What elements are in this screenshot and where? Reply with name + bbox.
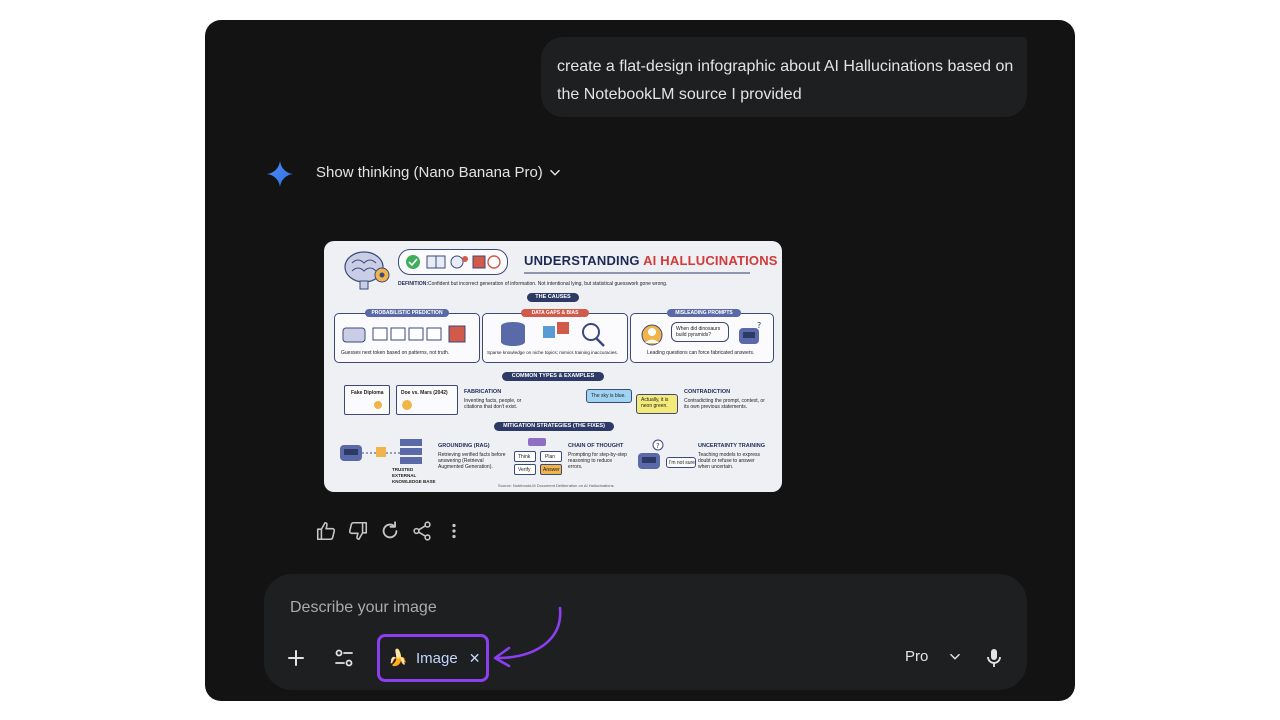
infographic-title: UNDERSTANDING AI HALLUCINATIONS — [524, 253, 778, 268]
image-chip-label: Image — [416, 649, 458, 667]
thumbs-down-icon[interactable] — [347, 520, 369, 542]
cot-step: Plan — [540, 451, 562, 462]
model-selector[interactable]: Pro — [905, 648, 962, 665]
uncertainty-title: UNCERTAINTY TRAINING — [698, 443, 766, 449]
question-bubble: When did dinosaurs build pyramids? — [671, 322, 729, 342]
icons-bubble — [398, 249, 508, 275]
cause-title: PROBABILISTIC PREDICTION — [365, 309, 449, 317]
robot-confused-icon: ? — [739, 321, 761, 344]
cot-step: Verify — [514, 464, 536, 475]
image-tool-chip[interactable]: 🍌 Image ✕ — [377, 634, 489, 682]
cot-text: Prompting for step-by-step reasoning to … — [568, 452, 627, 470]
definition-label: DEFINITION: — [398, 281, 428, 287]
generated-image[interactable]: UNDERSTANDING AI HALLUCINATIONS DEFINITI… — [324, 241, 782, 492]
cause-card-misleading: MISLEADING PROMPTS When did dinosaurs bu… — [630, 309, 774, 363]
robot-unsure-icon: ? — [638, 439, 664, 469]
seal-icon — [374, 401, 382, 409]
contradiction-text: Contradicting the prompt, context, or it… — [684, 398, 765, 410]
annotation-arrow-icon — [493, 606, 562, 668]
gemini-sparkle-icon — [267, 161, 293, 187]
fabrication-text: Inventing facts, people, or citations th… — [464, 398, 522, 410]
fake-diploma: Fake Diploma — [344, 385, 390, 415]
contradiction-title: CONTRADICTION — [684, 389, 731, 395]
close-icon[interactable]: ✕ — [469, 650, 481, 667]
trusted-kb: TRUSTED EXTERNAL KNOWLEDGE BASE — [392, 467, 436, 484]
chevron-down-icon — [950, 653, 961, 659]
robot-arm-blocks-icon — [342, 325, 466, 343]
robot-lock-icon — [340, 445, 402, 461]
title-underline — [524, 272, 750, 274]
prompt-composer: 🍌 Image ✕ Pro — [264, 574, 1027, 690]
show-thinking-toggle[interactable]: Show thinking (Nano Banana Pro) — [316, 162, 543, 184]
database-puzzle-icon — [501, 322, 605, 347]
chevron-down-icon[interactable] — [548, 166, 562, 180]
not-sure-bubble: I'm not sure — [666, 457, 696, 468]
chat-window: create a flat-design infographic about A… — [205, 20, 1075, 701]
svg-text:?: ? — [757, 321, 761, 330]
user-message-text: create a flat-design infographic about A… — [557, 58, 1014, 103]
definition-text: Confident but incorrect generation of in… — [428, 281, 668, 287]
cot-top-node — [528, 438, 546, 446]
grounding-title: GROUNDING (RAG) — [438, 443, 490, 449]
banana-icon: 🍌 — [388, 650, 408, 667]
user-message-bubble: create a flat-design infographic about A… — [541, 37, 1027, 117]
cause-caption: Sparse knowledge on niche topics; mimics… — [487, 350, 618, 355]
cause-caption: Guesses next token based on patterns, no… — [341, 350, 450, 356]
prompt-input[interactable] — [288, 596, 892, 620]
avatar-icon — [402, 400, 412, 410]
fake-case: Doe vs. Mars (2042) — [396, 385, 458, 415]
server-stack-icon — [400, 439, 422, 464]
microphone-icon[interactable] — [982, 646, 1006, 670]
brain-gears-icon — [344, 251, 390, 290]
svg-text:?: ? — [656, 442, 660, 450]
cause-card-probabilistic: PROBABILISTIC PREDICTION Guesses next to… — [334, 309, 480, 363]
tools-icon[interactable] — [332, 646, 356, 670]
more-vert-icon[interactable] — [443, 520, 465, 542]
source-note: Source: NotebookLM Document Deliberation… — [498, 483, 614, 488]
uncertainty-text: Teaching models to express doubt or refu… — [698, 452, 760, 470]
thumbs-up-icon[interactable] — [315, 520, 337, 542]
cot-step: Answer — [540, 464, 562, 475]
cot-title: CHAIN OF THOUGHT — [568, 443, 624, 449]
cot-step: Think — [514, 451, 536, 462]
cause-title: MISLEADING PROMPTS — [667, 309, 741, 317]
mitigation-header: MITIGATION STRATEGIES (THE FIXES) — [494, 422, 614, 431]
person-avatar-icon — [641, 324, 663, 346]
grounding-text: Retrieving verified facts before answeri… — [438, 452, 506, 470]
refresh-icon[interactable] — [379, 520, 401, 542]
share-icon[interactable] — [411, 520, 433, 542]
hallucination-icons — [406, 255, 501, 269]
cause-card-data-gaps: DATA GAPS & BIAS Sparse knowledge on nic… — [482, 309, 628, 363]
causes-header: THE CAUSES — [527, 293, 579, 302]
sky-blue-bubble: The sky is blue. — [586, 389, 632, 403]
types-header: COMMON TYPES & EXAMPLES — [502, 372, 604, 381]
cause-title: DATA GAPS & BIAS — [521, 309, 589, 317]
model-label: Pro — [905, 648, 929, 665]
plus-icon[interactable] — [284, 646, 308, 670]
neon-green-bubble: Actually, it is neon green. — [636, 394, 678, 414]
cause-caption: Leading questions can force fabricated a… — [647, 350, 755, 356]
fabrication-title: FABRICATION — [464, 389, 502, 395]
